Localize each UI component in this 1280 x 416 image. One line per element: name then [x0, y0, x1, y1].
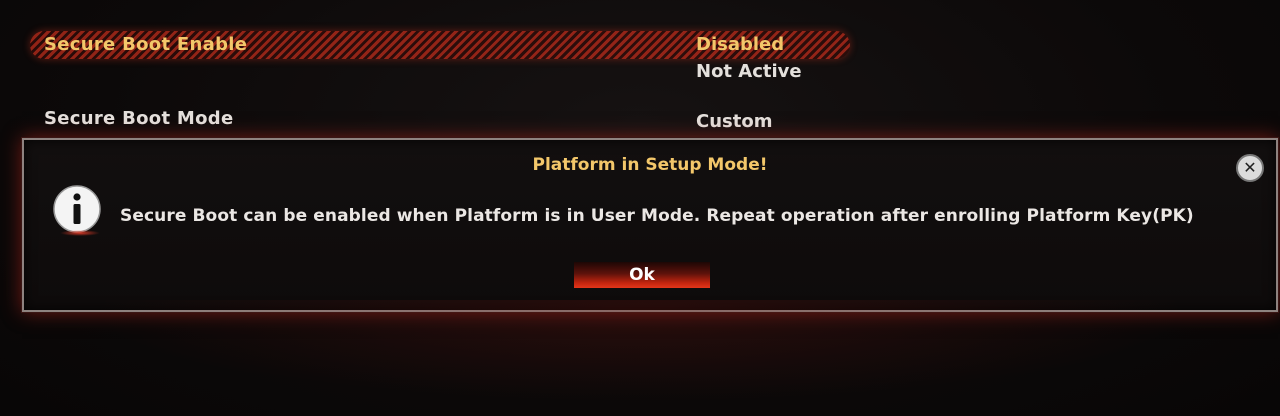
secure-boot-status: Not Active [696, 61, 802, 82]
dialog-title: Platform in Setup Mode! [532, 155, 768, 175]
info-icon [53, 185, 101, 233]
secure-boot-enable-value[interactable]: Disabled [696, 34, 784, 55]
info-icon-glow [60, 230, 100, 236]
dialog-message: Secure Boot can be enabled when Platform… [120, 206, 1194, 226]
ok-button[interactable]: Ok [574, 262, 710, 288]
secure-boot-mode-value[interactable]: Custom [696, 111, 772, 132]
close-icon[interactable]: ✕ [1236, 154, 1264, 182]
setting-row-secure-boot-enable[interactable]: Secure Boot Enable Disabled [30, 31, 850, 59]
background-glow [0, 300, 1280, 416]
secure-boot-enable-label: Secure Boot Enable [44, 34, 248, 55]
setup-mode-dialog: Platform in Setup Mode! ✕ Secure Boot ca… [22, 138, 1278, 312]
secure-boot-mode-label: Secure Boot Mode [44, 108, 234, 129]
bios-screen: Secure Boot Enable Disabled Not Active S… [0, 0, 1280, 416]
